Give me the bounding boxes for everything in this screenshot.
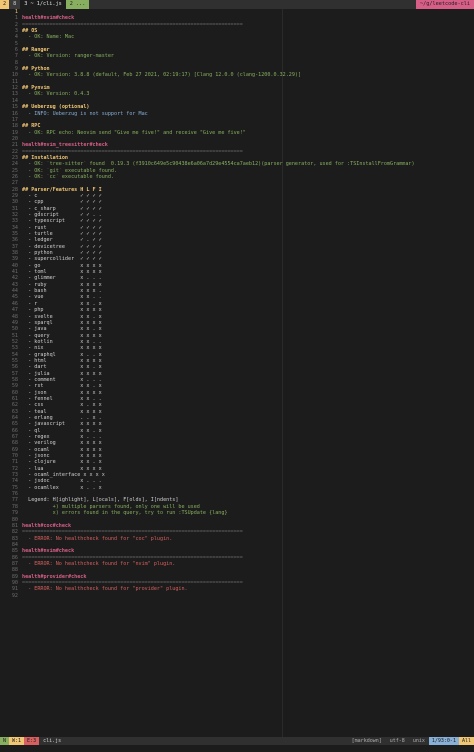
errors-count[interactable]: E:3 [24, 737, 40, 745]
command-line[interactable] [0, 745, 474, 752]
tab-count: 2 [0, 0, 10, 9]
cwd-indicator: ~/g/leetcode-cli [416, 0, 474, 9]
line-number-gutter: 1 1 2 3 4 5 6 7 8 9 10 11 12 13 14 15 16 17 18 19 20 21 22 23 24… [0, 9, 22, 599]
buffer-line[interactable] [22, 593, 474, 599]
cursor-position: 1/93:0-1 [428, 737, 459, 745]
scroll-percent: All [458, 737, 474, 745]
fileformat: unix [412, 738, 425, 744]
health-buffer[interactable]: health#nvim#check =======================… [22, 9, 474, 599]
statusline: N W:1 E:3 cli.js [markdown] utf-8 unix 1… [0, 737, 474, 745]
tabline: 2 8 3 ~ 1/cli.js 2 ... ~/g/leetcode-cli [0, 0, 474, 9]
buffer-line[interactable]: - OK: `tree-sitter` found 0.19.3 (f3910c… [22, 161, 474, 167]
filetype: [markdown] [351, 738, 382, 744]
mode-indicator: N [0, 737, 10, 745]
encoding: utf-8 [389, 738, 405, 744]
current-file: cli.js [43, 738, 62, 744]
tab-buffer-3[interactable]: 2 ... [65, 0, 90, 9]
tab-buffer-active[interactable]: 3 ~ 1/cli.js [20, 0, 66, 9]
tab-buffer-1[interactable]: 8 [9, 0, 21, 9]
warnings-count[interactable]: W:1 [9, 737, 25, 745]
line-number: 92 [11, 592, 18, 599]
